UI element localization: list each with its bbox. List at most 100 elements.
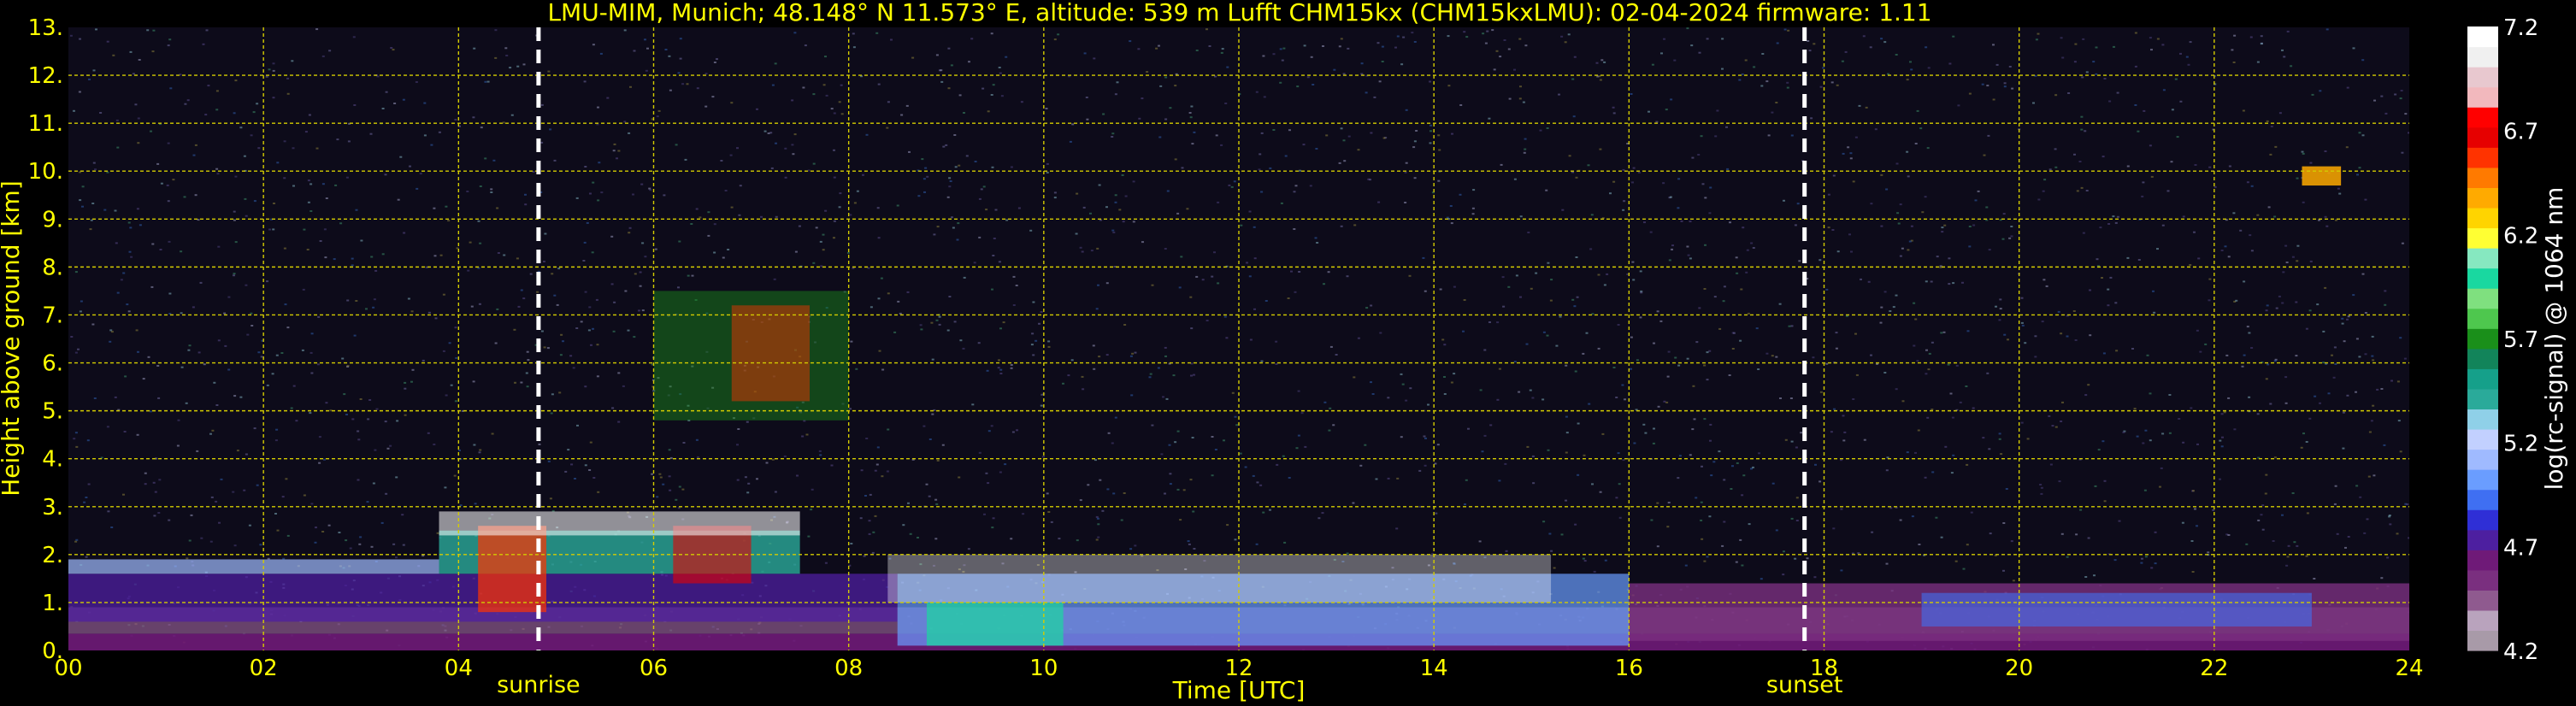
noise-speck bbox=[825, 94, 828, 97]
noise-speck bbox=[2194, 508, 2196, 510]
noise-speck bbox=[1352, 502, 1355, 504]
noise-speck bbox=[282, 557, 286, 560]
noise-speck bbox=[107, 510, 110, 513]
noise-speck bbox=[1164, 355, 1167, 357]
noise-speck bbox=[1181, 167, 1184, 169]
noise-speck bbox=[2306, 512, 2309, 515]
noise-speck bbox=[470, 305, 474, 308]
noise-speck bbox=[2346, 318, 2349, 321]
noise-speck bbox=[2067, 92, 2071, 94]
noise-speck bbox=[365, 308, 368, 310]
noise-speck bbox=[2054, 148, 2057, 150]
noise-speck bbox=[473, 47, 476, 50]
noise-speck bbox=[183, 196, 186, 198]
noise-speck bbox=[623, 121, 627, 123]
noise-speck bbox=[869, 306, 873, 309]
noise-speck bbox=[2213, 185, 2217, 188]
colorbar-segment bbox=[2467, 328, 2498, 350]
noise-speck bbox=[597, 199, 600, 202]
noise-speck bbox=[87, 483, 91, 485]
noise-speck bbox=[2060, 532, 2064, 535]
x-tick-label: 02 bbox=[250, 656, 278, 681]
noise-speck bbox=[345, 539, 348, 542]
noise-speck bbox=[812, 262, 816, 264]
noise-speck bbox=[1057, 33, 1060, 36]
noise-speck bbox=[951, 216, 953, 219]
noise-speck bbox=[2250, 347, 2254, 349]
noise-speck bbox=[1215, 134, 1218, 137]
noise-speck bbox=[2040, 486, 2043, 489]
noise-speck bbox=[1067, 374, 1070, 377]
noise-speck bbox=[963, 112, 965, 114]
noise-speck bbox=[1246, 262, 1248, 264]
noise-speck bbox=[1880, 38, 1883, 40]
noise-speck bbox=[402, 544, 405, 546]
noise-speck bbox=[1010, 364, 1013, 366]
noise-speck bbox=[168, 240, 171, 243]
signal-band bbox=[478, 526, 547, 613]
noise-speck bbox=[2404, 113, 2408, 115]
noise-speck bbox=[1418, 469, 1422, 472]
noise-speck bbox=[2045, 285, 2048, 287]
noise-speck bbox=[401, 514, 404, 516]
noise-speck bbox=[2002, 569, 2005, 572]
noise-speck bbox=[1741, 494, 1744, 497]
noise-speck bbox=[2102, 352, 2106, 355]
noise-speck bbox=[1757, 368, 1760, 370]
noise-speck bbox=[1377, 201, 1381, 203]
noise-speck bbox=[756, 108, 758, 110]
noise-speck bbox=[2372, 404, 2375, 407]
noise-speck bbox=[1833, 408, 1836, 410]
noise-speck bbox=[1155, 47, 1158, 50]
noise-speck bbox=[1082, 388, 1085, 391]
noise-speck bbox=[357, 430, 360, 432]
noise-speck bbox=[1275, 363, 1278, 365]
noise-speck bbox=[940, 69, 943, 72]
noise-speck bbox=[592, 44, 595, 46]
noise-speck bbox=[2084, 394, 2088, 397]
noise-speck bbox=[69, 34, 73, 37]
noise-speck bbox=[2159, 485, 2161, 488]
signal-band bbox=[439, 511, 800, 536]
noise-speck bbox=[307, 179, 310, 182]
noise-speck bbox=[1405, 162, 1408, 164]
noise-speck bbox=[564, 470, 568, 473]
noise-speck bbox=[1928, 352, 1931, 355]
noise-speck bbox=[622, 385, 625, 387]
noise-speck bbox=[1700, 501, 1703, 503]
noise-speck bbox=[267, 557, 270, 560]
noise-speck bbox=[2233, 428, 2237, 431]
noise-speck bbox=[1630, 368, 1632, 370]
noise-speck bbox=[544, 232, 547, 235]
noise-speck bbox=[392, 49, 395, 51]
noise-speck bbox=[1164, 76, 1168, 79]
noise-speck bbox=[1230, 185, 1234, 188]
noise-speck bbox=[1217, 282, 1220, 285]
noise-speck bbox=[1599, 148, 1602, 150]
noise-speck bbox=[2313, 578, 2316, 580]
noise-speck bbox=[1519, 215, 1523, 218]
noise-speck bbox=[824, 562, 828, 564]
noise-speck bbox=[211, 429, 215, 432]
noise-speck bbox=[81, 185, 85, 188]
noise-speck bbox=[906, 291, 910, 293]
noise-speck bbox=[1668, 259, 1671, 262]
noise-speck bbox=[1795, 497, 1799, 499]
noise-speck bbox=[381, 108, 385, 109]
noise-speck bbox=[2249, 234, 2252, 237]
noise-speck bbox=[2049, 463, 2053, 466]
noise-speck bbox=[2114, 221, 2118, 224]
noise-speck bbox=[403, 232, 406, 234]
noise-speck bbox=[1378, 80, 1382, 83]
noise-speck bbox=[2333, 503, 2337, 505]
noise-speck bbox=[2185, 56, 2189, 58]
noise-speck bbox=[2334, 485, 2337, 487]
noise-speck bbox=[2042, 190, 2045, 192]
noise-speck bbox=[85, 556, 88, 558]
noise-speck bbox=[820, 265, 823, 268]
noise-speck bbox=[455, 356, 458, 359]
noise-speck bbox=[1574, 523, 1577, 526]
noise-speck bbox=[2334, 363, 2337, 365]
noise-speck bbox=[166, 184, 169, 186]
noise-speck bbox=[1094, 459, 1097, 462]
